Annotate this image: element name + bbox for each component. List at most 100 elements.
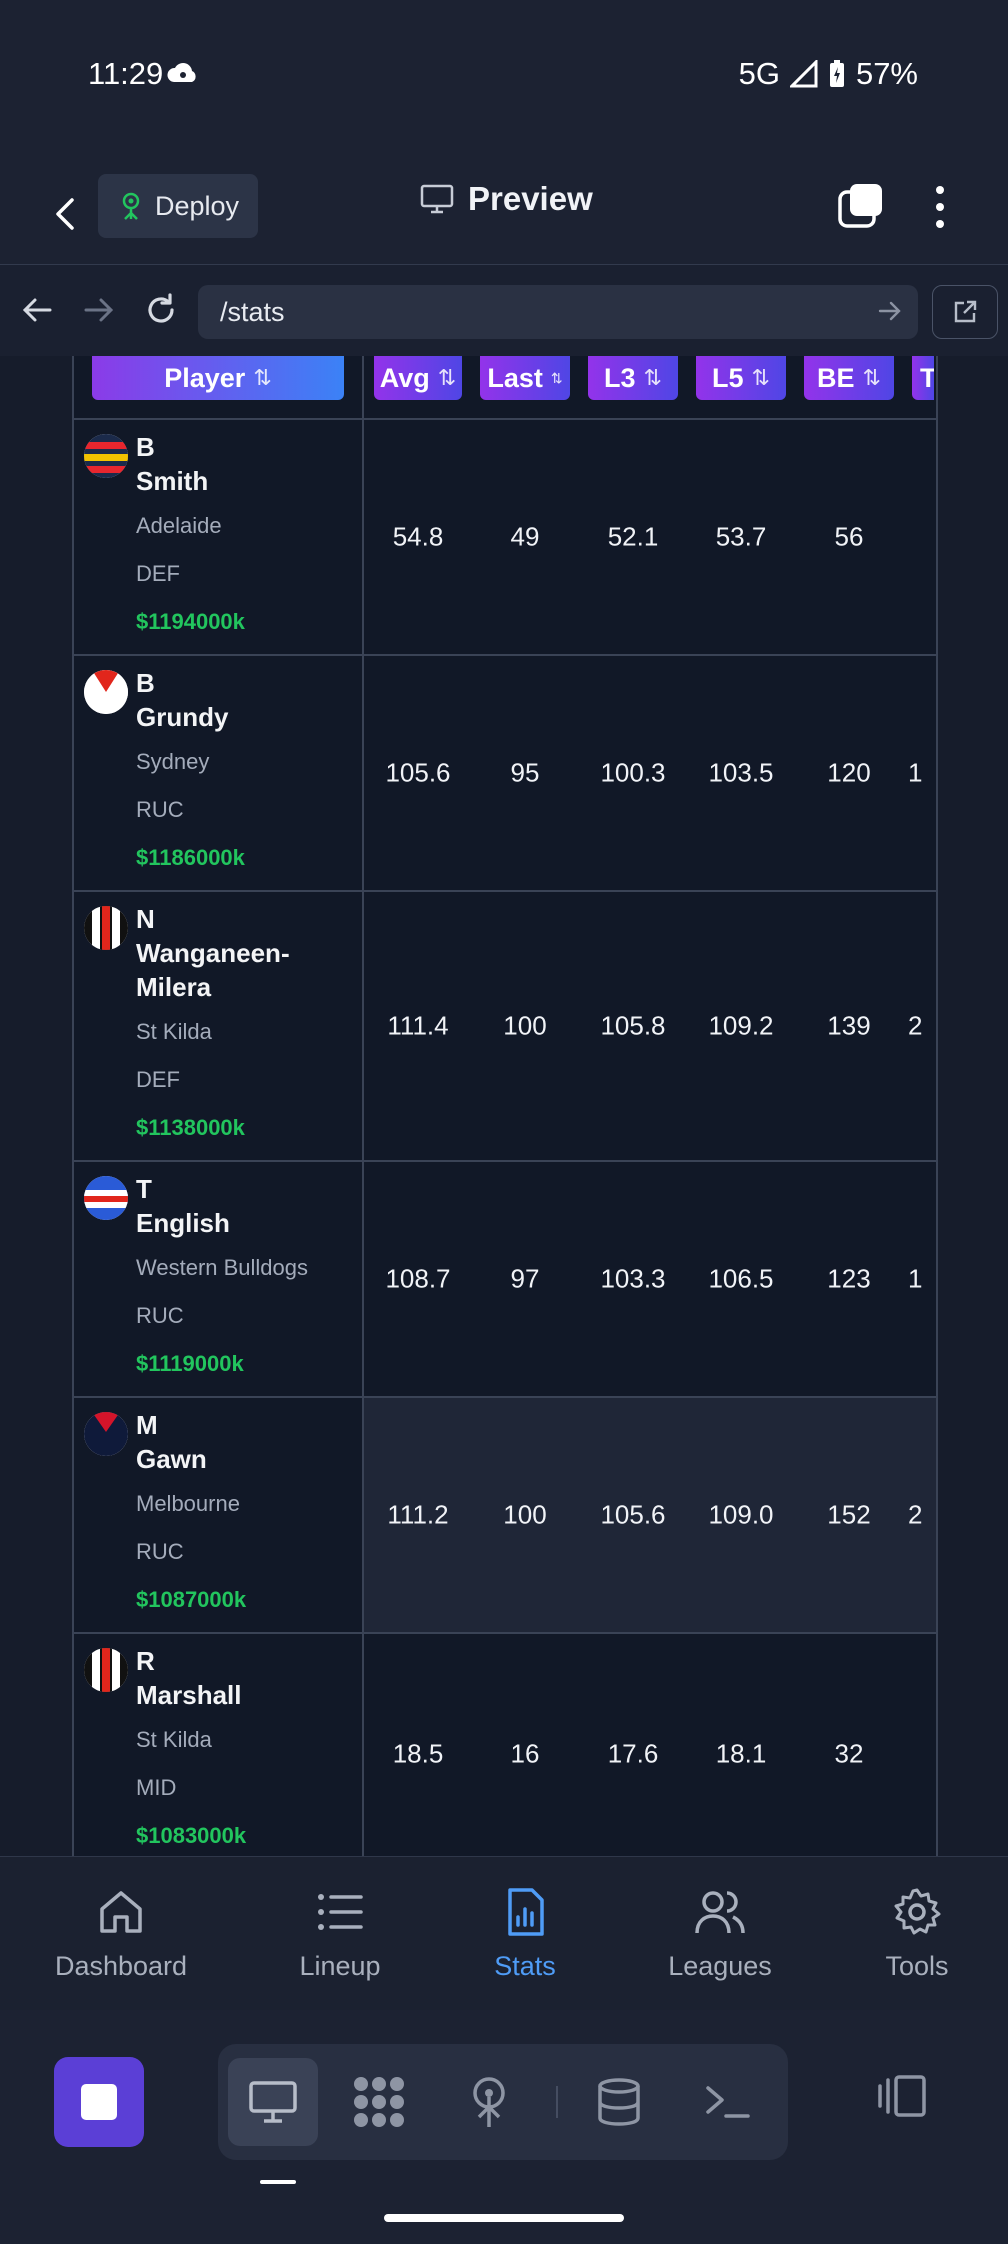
go-arrow-icon[interactable] [878,299,902,323]
table-row[interactable]: T English Western Bulldogs RUC $1119000k… [74,1162,936,1398]
url-bar: /stats [0,264,1008,358]
nav-lineup[interactable]: Lineup [250,1887,430,1982]
dock-toggle-button[interactable] [874,2074,928,2123]
stat-avg: 54.8 [392,521,444,552]
header-avg[interactable]: Avg ⇅ [374,356,462,400]
stat-last: 100 [503,1499,547,1530]
header-be[interactable]: BE ⇅ [804,356,894,400]
header-t[interactable]: T [912,356,934,400]
guernsey-adelaide-icon [84,434,128,478]
nav-dashboard[interactable]: Dashboard [31,1887,211,1982]
player-last-name: Marshall [136,1680,242,1710]
table-row[interactable]: N Wanganeen-Milera St Kilda DEF $1138000… [74,892,936,1162]
stat-be: 56 [834,521,864,552]
guernsey-stkilda-icon [84,906,128,950]
player-last-name: Grundy [136,702,229,732]
external-link-icon [954,300,977,323]
sort-icon: ⇅ [253,365,272,390]
guernsey-stkilda-icon [84,1648,128,1692]
back-button[interactable] [44,186,84,242]
ide-toolbar [0,2010,1008,2244]
stat-be: 32 [834,1738,864,1769]
player-last-name: Gawn [136,1444,207,1474]
table-row[interactable]: B Smith Adelaide DEF $1194000k 54.8 49 5… [74,420,936,656]
stat-avg: 111.4 [387,1010,449,1041]
player-last-name: Wanganeen-Milera [136,938,290,1002]
stop-icon [81,2084,117,2120]
stat-l3: 17.6 [607,1738,659,1769]
header-l3[interactable]: L3 ⇅ [588,356,678,400]
header-l3-label: L3 [604,362,636,393]
agents-tool-button[interactable] [334,2058,424,2146]
nav-tools[interactable]: Tools [827,1887,1007,1982]
deploy-tool-button[interactable] [444,2058,534,2146]
home-icon [100,1891,142,1933]
url-input[interactable]: /stats [198,285,918,339]
browser-back-button[interactable] [14,287,60,333]
table-row[interactable]: M Gawn Melbourne RUC $1087000k 111.2 100… [74,1398,936,1634]
deploy-label: Deploy [154,190,240,221]
stat-avg: 18.5 [392,1738,444,1769]
stat-last: 16 [510,1738,540,1769]
stat-l5: 106.5 [708,1263,774,1294]
stat-be: 152 [827,1499,871,1530]
monitor-icon [420,184,454,214]
stat-l5: 18.1 [715,1738,767,1769]
reload-button[interactable] [138,287,184,333]
tool-group [218,2044,788,2160]
stat-l3: 100.3 [600,757,666,788]
sort-icon: ⇅ [862,365,881,390]
status-right: 5G 57% [739,56,918,92]
stats-content: Player ⇅ Avg ⇅ Last ⇅ L3 ⇅ L5 ⇅ BE ⇅ T B Smith… [0,356,1008,1856]
sort-icon: ⇅ [437,365,457,390]
player-position: MID [136,1775,177,1800]
nav-stats[interactable]: Stats [435,1887,615,1982]
stat-last: 97 [510,1263,540,1294]
terminal-icon [706,2086,750,2118]
header-l5[interactable]: L5 ⇅ [696,356,786,400]
open-external-button[interactable] [932,285,998,339]
sort-icon: ⇅ [550,369,563,386]
gear-icon [894,1888,941,1935]
active-tool-indicator [260,2180,296,2184]
player-price: $1138000k [136,1115,245,1140]
header-player[interactable]: Player ⇅ [92,356,344,400]
signal-icon [789,60,818,88]
deploy-icon [122,192,140,220]
shell-tool-button[interactable] [682,2058,772,2146]
header-last-label: Last [487,362,543,393]
database-icon [598,2078,640,2126]
browser-forward-button[interactable] [76,287,122,333]
home-indicator[interactable] [384,2214,624,2222]
deploy-button[interactable]: Deploy [98,174,258,238]
header-l5-label: L5 [712,362,744,393]
nav-leagues[interactable]: Leagues [630,1887,810,1982]
header-last[interactable]: Last ⇅ [480,356,570,400]
more-options-button[interactable] [920,182,960,232]
cloud-icon [167,63,196,82]
player-price: $1119000k [136,1351,244,1376]
grid-blob-icon [354,2077,404,2127]
table-row[interactable]: R Marshall St Kilda MID $1083000k 18.5 1… [74,1634,936,1856]
tabs-button[interactable] [836,182,886,232]
player-first-initial: T [136,1174,152,1204]
stat-l3: 105.6 [600,1499,666,1530]
preview-tool-button[interactable] [228,2058,318,2146]
bottom-nav: Dashboard Lineup Stats Leagues Tools [0,1856,1008,2011]
player-last-name: English [136,1208,230,1238]
users-icon [695,1891,745,1934]
guernsey-sydney-icon [84,670,128,714]
stat-avg: 111.2 [387,1499,449,1530]
table-header: Player ⇅ Avg ⇅ Last ⇅ L3 ⇅ L5 ⇅ BE ⇅ T [74,356,936,420]
nav-stats-label: Stats [494,1951,556,1981]
player-first-initial: R [136,1646,155,1676]
player-position: RUC [136,1303,184,1328]
stats-table: Player ⇅ Avg ⇅ Last ⇅ L3 ⇅ L5 ⇅ BE ⇅ T B Smith… [72,356,938,1856]
reload-icon [148,293,174,323]
guernsey-melbourne-icon [84,1412,128,1456]
table-row[interactable]: B Grundy Sydney RUC $1186000k 105.6 95 1… [74,656,936,892]
database-tool-button[interactable] [574,2058,664,2146]
network-label: 5G [738,56,780,91]
stop-button[interactable] [54,2057,144,2147]
tool-separator [556,2086,558,2118]
